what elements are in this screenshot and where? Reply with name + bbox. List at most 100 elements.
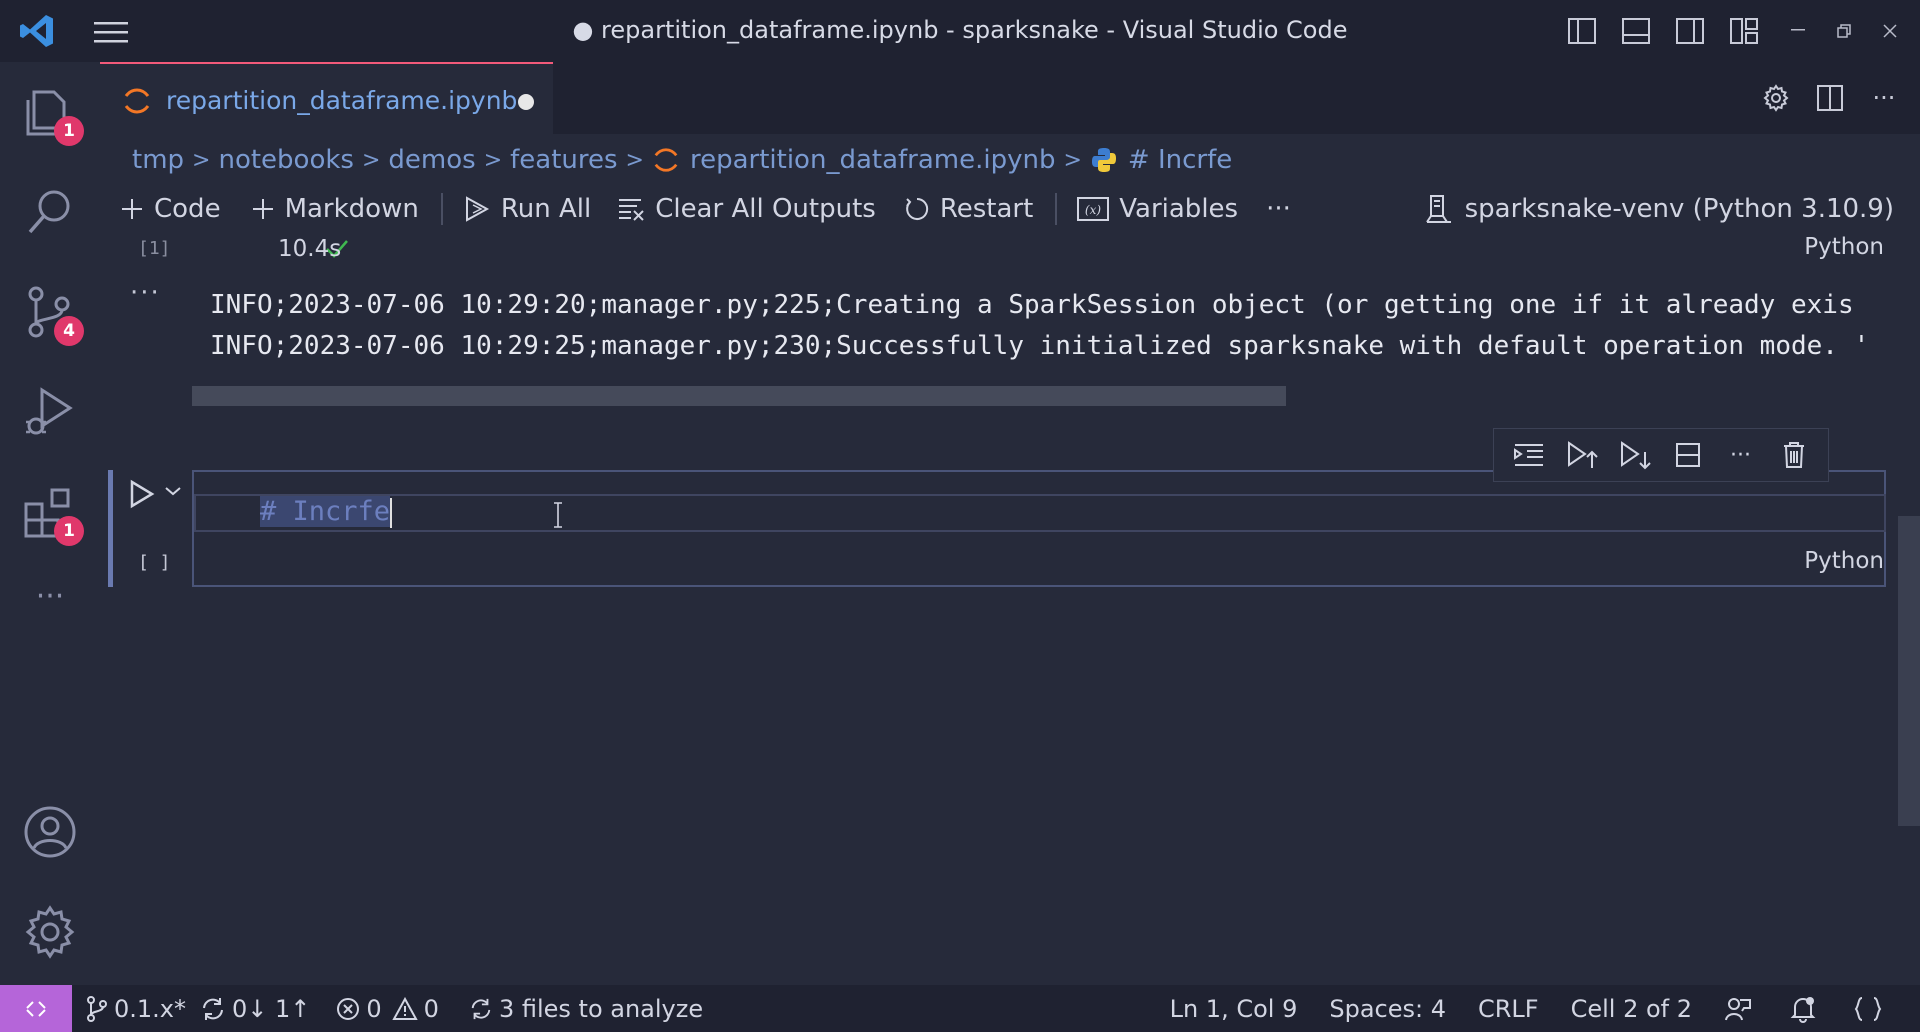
restart-icon: [905, 197, 928, 220]
editor-vertical-scrollbar[interactable]: [1898, 516, 1920, 826]
cursor-position[interactable]: Ln 1, Col 9: [1170, 995, 1298, 1023]
chevron-down-icon[interactable]: [164, 484, 182, 498]
more-views-icon[interactable]: ···: [20, 582, 80, 642]
activity-bar: 1 4 1 ···: [0, 62, 100, 985]
kernel-label: sparksnake-venv (Python 3.10.9): [1464, 194, 1894, 224]
close-window-icon[interactable]: [1870, 12, 1910, 50]
toggle-primary-sidebar-icon[interactable]: [1562, 12, 1602, 50]
restart-button[interactable]: Restart: [904, 188, 1033, 230]
execute-above-icon[interactable]: [1510, 436, 1548, 474]
text-cursor: [390, 497, 393, 528]
split-cell-icon[interactable]: [1669, 436, 1707, 474]
position-label: Ln 1, Col 9: [1169, 994, 1298, 1023]
split-editor-icon[interactable]: [1810, 78, 1850, 118]
unsaved-dot-icon[interactable]: [518, 94, 534, 110]
breadcrumb-item[interactable]: tmp: [132, 145, 184, 175]
toolbar-divider: [1055, 193, 1058, 225]
execution-count: [ ]: [138, 552, 171, 573]
output-horizontal-scrollbar[interactable]: [192, 386, 1286, 406]
code-line[interactable]: # Incrfe: [260, 496, 393, 528]
variables-button[interactable]: (x) Variables: [1077, 188, 1238, 230]
extensions-badge: 1: [54, 516, 84, 546]
tab-notebook[interactable]: repartition_dataframe.ipynb: [100, 62, 553, 134]
source-control-icon[interactable]: 4: [20, 282, 84, 346]
breadcrumb: tmp > notebooks > demos > features > rep…: [132, 142, 1232, 178]
search-icon[interactable]: [20, 182, 80, 242]
variables-icon: (x): [1077, 197, 1110, 221]
feedback-icon[interactable]: [1724, 996, 1758, 1022]
variables-label: Variables: [1119, 194, 1239, 224]
warnings-count: 0: [423, 994, 439, 1023]
toggle-secondary-sidebar-icon[interactable]: [1670, 12, 1710, 50]
run-all-button[interactable]: Run All: [463, 188, 591, 230]
sync-status[interactable]: 0↓ 1↑: [200, 995, 310, 1023]
kernel-picker[interactable]: sparksnake-venv (Python 3.10.9): [1425, 188, 1894, 230]
title-bar: ● repartition_dataframe.ipynb - sparksna…: [0, 0, 1920, 62]
sync-label: 0↓ 1↑: [232, 994, 311, 1023]
eol-label: CRLF: [1477, 994, 1539, 1023]
notebook-editor: [1] 10.4s Python ··· INFO;2023-07-06 10:…: [100, 234, 1920, 985]
branch-label: 0.1.x*: [114, 994, 186, 1023]
end-of-line[interactable]: CRLF: [1478, 995, 1539, 1023]
source-control-badge: 4: [54, 316, 84, 346]
run-below-icon[interactable]: [1616, 436, 1654, 474]
remote-indicator[interactable]: [0, 985, 72, 1032]
breadcrumb-item[interactable]: notebooks: [218, 145, 354, 175]
chevron-right-icon: >: [483, 147, 503, 173]
analyze-label: 3 files to analyze: [498, 994, 704, 1023]
kernel-icon: [1425, 195, 1451, 223]
notebook-settings-gear-icon[interactable]: [1756, 78, 1796, 118]
indentation[interactable]: Spaces: 4: [1329, 995, 1446, 1023]
chevron-right-icon: >: [361, 147, 381, 173]
output-more-icon[interactable]: ···: [130, 278, 161, 308]
problems-status[interactable]: 0 0: [336, 995, 439, 1023]
extensions-icon[interactable]: 1: [20, 482, 84, 546]
account-icon[interactable]: [20, 802, 80, 862]
language-braces-icon[interactable]: [1854, 995, 1888, 1023]
toolbar-more-button[interactable]: ···: [1266, 188, 1291, 230]
chevron-right-icon: >: [625, 147, 644, 173]
add-markdown-cell-button[interactable]: Markdown: [251, 188, 419, 230]
tab-label: repartition_dataframe.ipynb: [166, 86, 518, 115]
cell-indicator[interactable]: Cell 2 of 2: [1571, 995, 1692, 1023]
ibeam-cursor-icon: [554, 502, 562, 528]
svg-text:(x): (x): [1085, 203, 1101, 217]
git-branch-icon: [87, 995, 107, 1022]
minimize-icon[interactable]: [1778, 12, 1818, 50]
plus-icon: [252, 199, 273, 219]
output-line: INFO;2023-07-06 10:29:20;manager.py;225;…: [210, 290, 1854, 320]
restore-icon[interactable]: [1824, 12, 1864, 50]
cell-more-actions-icon[interactable]: ···: [1722, 436, 1760, 474]
execution-count: [1]: [138, 238, 171, 259]
delete-cell-trash-icon[interactable]: [1775, 436, 1813, 474]
spaces-label: Spaces: 4: [1329, 994, 1446, 1023]
run-all-label: Run All: [500, 194, 592, 224]
clear-all-outputs-button[interactable]: Clear All Outputs: [617, 188, 876, 230]
notifications-bell-icon[interactable]: [1790, 995, 1822, 1023]
breadcrumb-item[interactable]: demos: [388, 145, 475, 175]
analysis-status[interactable]: 3 files to analyze: [469, 995, 703, 1023]
run-and-debug-icon[interactable]: [20, 382, 80, 442]
run-above-icon[interactable]: [1563, 436, 1601, 474]
error-icon: [337, 997, 360, 1020]
breadcrumb-item[interactable]: features: [510, 145, 617, 175]
explorer-icon[interactable]: 1: [20, 82, 84, 146]
toggle-panel-icon[interactable]: [1616, 12, 1656, 50]
remote-icon: [26, 1000, 46, 1017]
restart-label: Restart: [939, 194, 1034, 224]
toolbar-divider: [440, 193, 443, 225]
notebook-toolbar: Code Markdown Run All Clear All Outputs …: [100, 188, 1920, 230]
code-text: # Incrfe: [260, 496, 391, 527]
run-cell-icon[interactable]: [126, 478, 156, 510]
more-label: ···: [1266, 194, 1291, 224]
breadcrumb-item[interactable]: repartition_dataframe.ipynb: [690, 145, 1056, 175]
sync-spinner-icon: [471, 998, 491, 1019]
breadcrumb-item[interactable]: # Incrfe: [1128, 145, 1232, 175]
customize-layout-icon[interactable]: [1724, 12, 1764, 50]
cell-language[interactable]: Python: [1804, 234, 1884, 260]
manage-gear-icon[interactable]: [20, 902, 80, 962]
add-code-cell-button[interactable]: Code: [120, 188, 221, 230]
editor-more-actions-icon[interactable]: ···: [1864, 78, 1904, 118]
cell-language[interactable]: Python: [1804, 548, 1884, 574]
branch-status[interactable]: 0.1.x*: [86, 995, 186, 1023]
